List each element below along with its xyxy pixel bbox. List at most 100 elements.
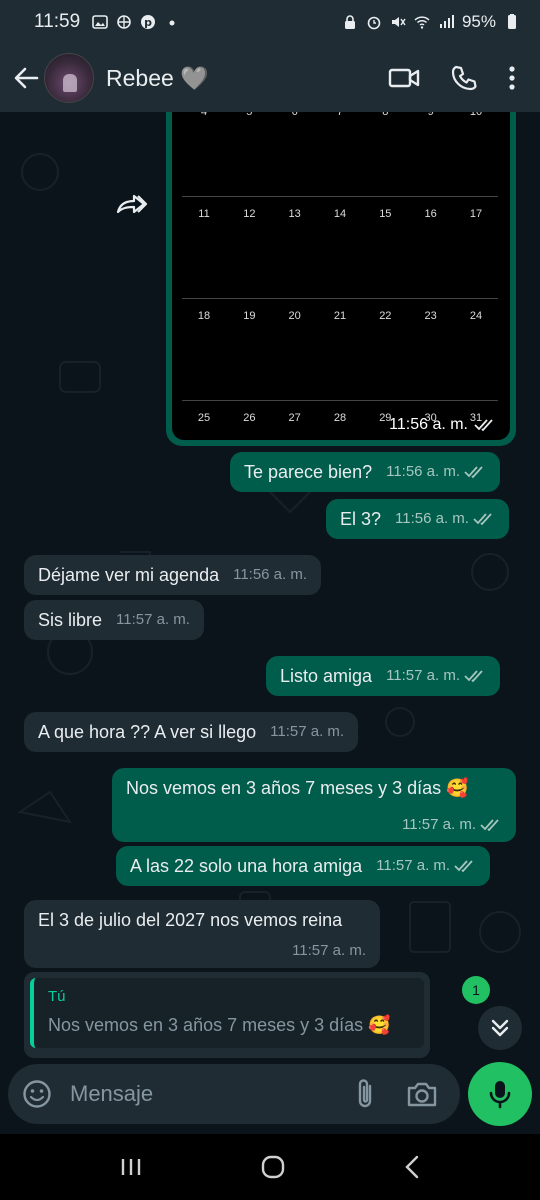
back-nav-icon[interactable]	[403, 1155, 421, 1179]
message-text: Sis libre	[38, 610, 103, 630]
message-time: 11:57 a. m.	[376, 857, 451, 874]
calendar-day: 8	[382, 112, 389, 118]
message-meta: 11:56 a. m.	[386, 461, 486, 483]
calendar-day: 20	[288, 310, 301, 322]
calendar-day: 15	[379, 208, 392, 220]
message-input[interactable]: Mensaje	[70, 1081, 354, 1107]
message-time: 11:57 a. m.	[402, 816, 476, 833]
calendar-day: 4	[200, 112, 208, 118]
dot-icon	[169, 20, 175, 26]
calendar-day: 9	[427, 112, 434, 118]
message-time: 11:56 a. m.	[395, 510, 469, 527]
calendar-day: 17	[469, 208, 483, 220]
message-outgoing[interactable]: Te parece bien? 11:56 a. m.	[230, 452, 501, 492]
calendar-day: 11	[198, 208, 210, 220]
message-incoming[interactable]: El 3 de julio del 2027 nos vemos reina 1…	[24, 900, 380, 968]
message-time: 11:57 a. m.	[270, 723, 345, 740]
message-meta: 11:56 a. m.	[233, 564, 307, 586]
header-actions	[388, 64, 516, 92]
calendar-day: 22	[379, 310, 392, 322]
more-options-icon[interactable]	[508, 64, 516, 92]
back-arrow-icon	[14, 67, 39, 89]
mic-icon	[489, 1081, 511, 1109]
status-notification-icons: p	[92, 14, 180, 30]
back-button[interactable]	[8, 60, 44, 96]
chat-area[interactable]: 4 5 6 7 8 9 10 11 12 13 14 15 16 17 18 1…	[0, 112, 540, 1058]
calendar-day: 6	[291, 112, 298, 118]
message-outgoing[interactable]: El 3? 11:56 a. m.	[326, 499, 509, 539]
calendar-day: 23	[424, 310, 437, 322]
camera-icon[interactable]	[406, 1080, 438, 1108]
battery-percent: 95%	[461, 12, 496, 31]
message-time: 11:56 a. m.	[386, 463, 461, 480]
gallery-icon	[92, 15, 108, 29]
forward-icon[interactable]	[116, 192, 148, 218]
mute-icon	[391, 17, 406, 27]
double-check-icon	[464, 670, 483, 683]
message-meta: 11:57 a. m.	[270, 721, 344, 743]
reply-message[interactable]: Tú Nos vemos en 3 años 7 meses y 3 días …	[24, 972, 430, 1058]
message-time: 11:57 a. m.	[116, 611, 190, 628]
battery-icon	[508, 14, 516, 29]
quoted-author: Tú	[48, 988, 66, 1005]
system-navigation-bar	[0, 1134, 540, 1200]
double-check-icon	[454, 860, 473, 873]
message-meta: 11:56 a. m.	[395, 508, 495, 530]
calendar-day: 13	[288, 208, 301, 220]
status-system-icons: 95%	[342, 12, 520, 32]
message-time: 11:56 a. m.	[389, 416, 468, 433]
scroll-to-bottom-button[interactable]	[478, 1006, 522, 1050]
contact-name[interactable]: Rebee 🩶	[106, 65, 209, 92]
message-incoming[interactable]: Déjame ver mi agenda 11:56 a. m.	[24, 555, 322, 595]
phone-icon[interactable]	[450, 64, 478, 92]
calendar-day: 24	[469, 310, 483, 322]
message-text: Listo amiga	[280, 666, 373, 686]
message-text: Déjame ver mi agenda	[38, 565, 220, 585]
message-incoming[interactable]: A que hora ?? A ver si llego 11:57 a. m.	[24, 712, 359, 752]
message-incoming[interactable]: Sis libre 11:57 a. m.	[24, 600, 204, 640]
calendar-day: 19	[243, 310, 256, 322]
pinwheel-icon	[117, 15, 131, 29]
status-time: 11:59	[34, 11, 81, 32]
recent-apps-icon[interactable]	[119, 1157, 143, 1177]
calendar-day: 12	[243, 208, 256, 220]
message-text: El 3?	[340, 509, 382, 529]
image-message[interactable]: 4 5 6 7 8 9 10 11 12 13 14 15 16 17 18 1…	[166, 112, 516, 446]
calendar-day: 28	[333, 412, 347, 424]
calendar-row: 4 5 6 7 8 9 10	[182, 112, 498, 118]
calendar-day: 7	[336, 112, 344, 118]
calendar-day: 18	[197, 310, 211, 322]
chat-header: Rebee 🩶	[0, 44, 540, 112]
quoted-message[interactable]: Tú Nos vemos en 3 años 7 meses y 3 días …	[30, 978, 424, 1048]
quoted-text: Nos vemos en 3 años 7 meses y 3 días 🥰	[48, 1015, 391, 1035]
calendar-divider	[182, 298, 498, 299]
message-outgoing[interactable]: A las 22 solo una hora amiga 11:57 a. m.	[116, 846, 491, 886]
message-meta: 11:57 a. m.	[116, 609, 190, 631]
emoji-icon[interactable]	[22, 1079, 52, 1109]
double-check-icon	[474, 419, 493, 432]
home-icon[interactable]	[260, 1154, 286, 1180]
message-meta: 11:57 a. m.	[376, 855, 476, 877]
chevron-double-down-icon	[491, 1019, 509, 1037]
calendar-row: 18 19 20 21 22 23 24	[182, 310, 498, 322]
message-outgoing[interactable]: Listo amiga 11:57 a. m.	[266, 656, 500, 696]
voice-message-button[interactable]	[468, 1062, 532, 1126]
message-outgoing[interactable]: Nos vemos en 3 años 7 meses y 3 días 🥰 1…	[112, 768, 516, 842]
message-time: 11:57 a. m.	[386, 667, 460, 684]
calendar-day: 16	[424, 208, 437, 220]
video-call-icon[interactable]	[388, 66, 420, 90]
message-text: A las 22 solo una hora amiga	[130, 856, 363, 876]
calendar-day: 25	[197, 412, 211, 424]
message-meta: 11:57 a. m.	[386, 665, 486, 687]
wifi-icon	[414, 16, 430, 29]
avatar[interactable]	[44, 53, 94, 103]
message-composer[interactable]: Mensaje	[8, 1064, 460, 1124]
message-text: Te parece bien?	[244, 462, 373, 482]
attach-icon[interactable]	[354, 1078, 376, 1110]
message-time: 11:56 a. m.	[233, 566, 308, 583]
composer-actions	[354, 1078, 438, 1110]
message-text: Nos vemos en 3 años 7 meses y 3 días 🥰	[126, 778, 469, 798]
svg-text:p: p	[144, 16, 152, 29]
double-check-icon	[480, 819, 499, 832]
message-text: A que hora ?? A ver si llego	[38, 722, 257, 742]
